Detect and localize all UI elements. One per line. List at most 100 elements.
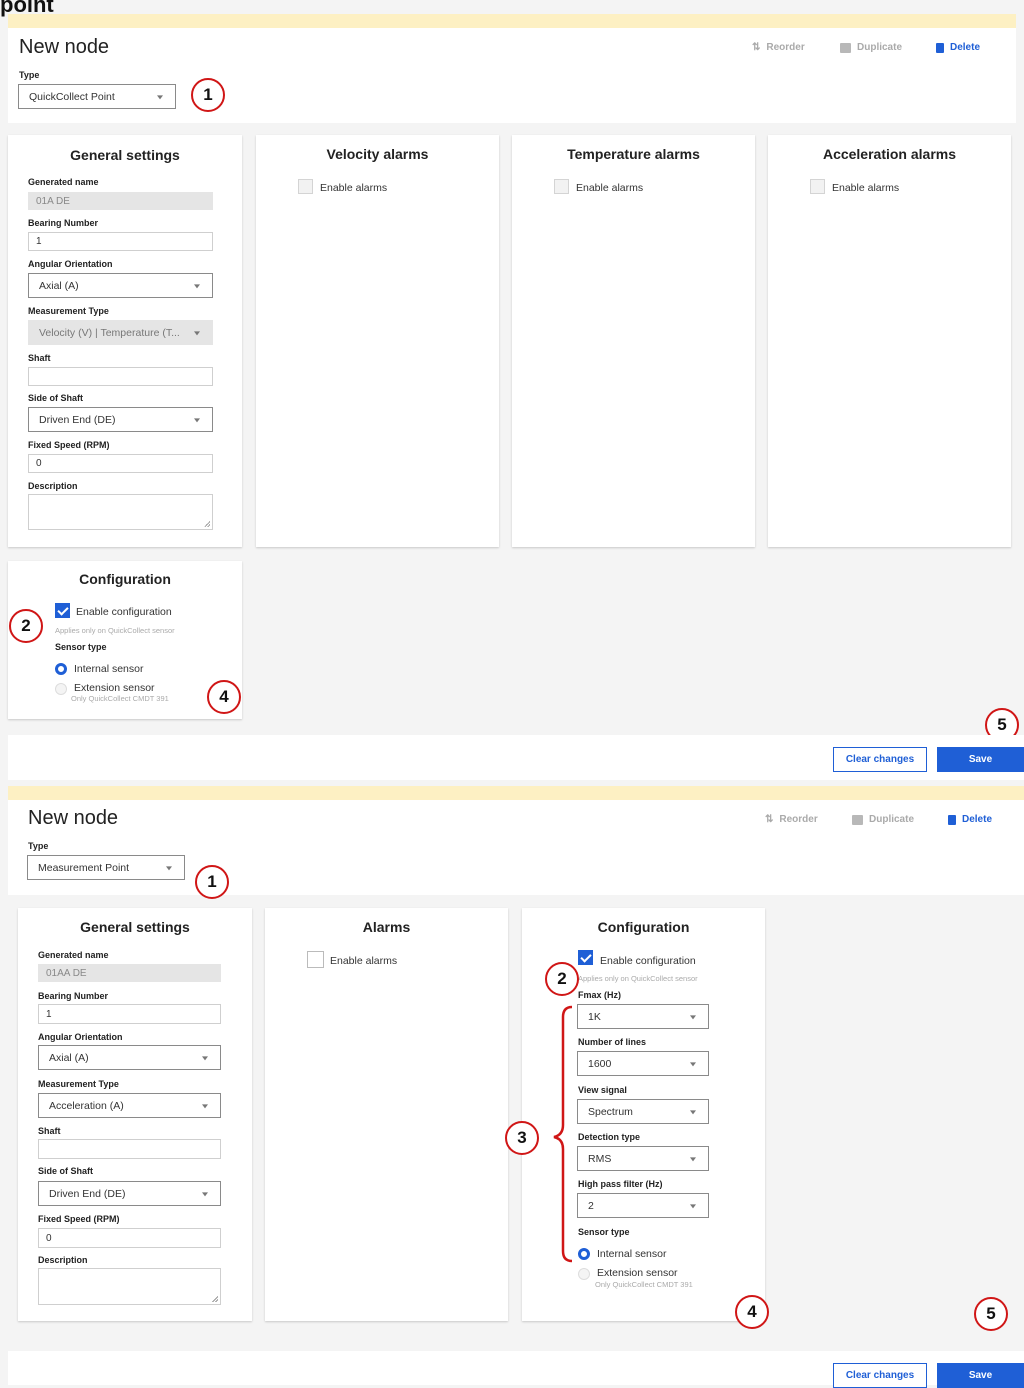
fixed-speed-value: 0 bbox=[36, 458, 42, 469]
card-title: Configuration bbox=[597, 919, 690, 935]
extension-sensor-radio[interactable] bbox=[55, 683, 67, 695]
reorder-button[interactable]: ⇅ Reorder bbox=[765, 814, 818, 825]
enable-alarms-checkbox[interactable] bbox=[810, 179, 825, 194]
reorder-button[interactable]: ⇅ Reorder bbox=[752, 42, 805, 53]
extension-sensor-label: Extension sensor bbox=[74, 682, 155, 694]
measurement-type-select[interactable]: Acceleration (A) bbox=[38, 1093, 221, 1118]
caret-down-icon bbox=[202, 1191, 208, 1196]
angular-orientation-select[interactable]: Axial (A) bbox=[28, 273, 213, 298]
bracket-icon bbox=[553, 1005, 573, 1263]
caret-down-icon bbox=[194, 330, 200, 335]
resize-handle-icon[interactable] bbox=[204, 521, 210, 527]
caret-down-icon bbox=[690, 1109, 696, 1114]
enable-alarms-checkbox[interactable] bbox=[307, 951, 324, 968]
generated-name-label: Generated name bbox=[28, 177, 99, 187]
delete-label: Delete bbox=[950, 42, 981, 53]
type-select[interactable]: Measurement Point bbox=[27, 855, 185, 880]
type-select[interactable]: QuickCollect Point bbox=[18, 84, 176, 109]
internal-sensor-label: Internal sensor bbox=[74, 663, 144, 675]
number-of-lines-select[interactable]: 1600 bbox=[577, 1051, 709, 1076]
angular-orientation-label: Angular Orientation bbox=[38, 1032, 123, 1042]
detection-type-label: Detection type bbox=[578, 1132, 641, 1142]
shaft-field[interactable] bbox=[38, 1139, 221, 1159]
bearing-number-field[interactable]: 1 bbox=[28, 232, 213, 251]
card-title: Velocity alarms bbox=[326, 146, 429, 162]
alarms-card: Alarms Enable alarms bbox=[265, 908, 508, 1321]
fixed-speed-field[interactable]: 0 bbox=[28, 454, 213, 473]
clear-changes-button[interactable]: Clear changes bbox=[833, 747, 927, 772]
bearing-number-value: 1 bbox=[46, 1008, 52, 1020]
detection-type-select[interactable]: RMS bbox=[577, 1146, 709, 1171]
side-of-shaft-select[interactable]: Driven End (DE) bbox=[38, 1181, 221, 1206]
bearing-number-field[interactable]: 1 bbox=[38, 1004, 221, 1024]
enable-alarms-checkbox[interactable] bbox=[298, 179, 313, 194]
node-header: New node Type Measurement Point ⇅ Reorde… bbox=[8, 800, 1024, 895]
callout-4: 4 bbox=[735, 1295, 769, 1329]
high-pass-filter-select[interactable]: 2 bbox=[577, 1193, 709, 1218]
enable-alarms-checkbox[interactable] bbox=[554, 179, 569, 194]
enable-configuration-checkbox[interactable] bbox=[55, 603, 70, 618]
internal-sensor-radio[interactable] bbox=[55, 663, 67, 675]
enable-alarms-label: Enable alarms bbox=[832, 182, 900, 194]
callout-5: 5 bbox=[974, 1297, 1008, 1331]
callout-2: 2 bbox=[9, 609, 43, 643]
duplicate-button[interactable]: Duplicate bbox=[840, 42, 902, 53]
page-title: New node bbox=[28, 807, 119, 829]
save-button[interactable]: Save bbox=[937, 747, 1024, 772]
view-signal-select[interactable]: Spectrum bbox=[577, 1099, 709, 1124]
side-of-shaft-select[interactable]: Driven End (DE) bbox=[28, 407, 213, 432]
reorder-label: Reorder bbox=[766, 42, 805, 53]
reorder-icon: ⇅ bbox=[752, 42, 761, 53]
description-label: Description bbox=[38, 1255, 88, 1265]
description-textarea[interactable] bbox=[28, 494, 213, 530]
delete-button[interactable]: Delete bbox=[936, 42, 980, 53]
generated-name-field: 01AA DE bbox=[38, 964, 221, 982]
caret-down-icon bbox=[166, 865, 172, 870]
shaft-label: Shaft bbox=[38, 1126, 61, 1136]
caret-down-icon bbox=[194, 283, 200, 288]
callout-1: 1 bbox=[191, 78, 225, 112]
card-title: General settings bbox=[80, 919, 190, 935]
clear-changes-button[interactable]: Clear changes bbox=[833, 1363, 927, 1388]
card-title: Configuration bbox=[79, 571, 171, 587]
measurement-type-label: Measurement Type bbox=[38, 1079, 119, 1089]
generated-name-value: 01AA DE bbox=[46, 967, 87, 979]
enable-configuration-checkbox[interactable] bbox=[578, 950, 593, 965]
delete-button[interactable]: Delete bbox=[948, 814, 992, 825]
measurement-type-value: Acceleration (A) bbox=[49, 1099, 124, 1112]
caret-down-icon bbox=[202, 1055, 208, 1060]
view-signal-value: Spectrum bbox=[588, 1105, 633, 1118]
enable-configuration-label: Enable configuration bbox=[76, 606, 172, 618]
side-of-shaft-value: Driven End (DE) bbox=[39, 413, 116, 426]
save-button[interactable]: Save bbox=[937, 1363, 1024, 1388]
sensor-type-label: Sensor type bbox=[55, 642, 107, 652]
bearing-number-label: Bearing Number bbox=[28, 218, 99, 228]
delete-icon bbox=[936, 42, 944, 53]
reorder-icon: ⇅ bbox=[765, 814, 774, 825]
extension-sensor-radio[interactable] bbox=[578, 1268, 590, 1280]
reorder-label: Reorder bbox=[779, 814, 818, 825]
bearing-number-value: 1 bbox=[36, 236, 42, 247]
fixed-speed-field[interactable]: 0 bbox=[38, 1228, 221, 1248]
internal-sensor-radio[interactable] bbox=[578, 1248, 590, 1260]
extension-sensor-hint: Only QuickCollect CMDT 391 bbox=[71, 694, 169, 703]
fmax-select[interactable]: 1K bbox=[577, 1004, 709, 1029]
duplicate-button[interactable]: Duplicate bbox=[852, 814, 914, 825]
callout-1: 1 bbox=[195, 865, 229, 899]
bearing-number-label: Bearing Number bbox=[38, 991, 109, 1001]
shaft-field[interactable] bbox=[28, 367, 213, 386]
resize-handle-icon[interactable] bbox=[212, 1296, 218, 1302]
fixed-speed-label: Fixed Speed (RPM) bbox=[38, 1214, 120, 1224]
internal-sensor-label: Internal sensor bbox=[597, 1248, 667, 1260]
description-textarea[interactable] bbox=[38, 1268, 221, 1305]
description-label: Description bbox=[28, 481, 78, 491]
generated-name-value: 01A DE bbox=[36, 195, 70, 207]
general-settings-card: General settings Generated name 01AA DE … bbox=[18, 908, 252, 1321]
fixed-speed-value: 0 bbox=[46, 1232, 52, 1244]
measurement-type-select: Velocity (V) | Temperature (T... bbox=[28, 320, 213, 345]
angular-orientation-select[interactable]: Axial (A) bbox=[38, 1045, 221, 1070]
caret-down-icon bbox=[194, 417, 200, 422]
card-title: Acceleration alarms bbox=[822, 146, 957, 162]
duplicate-label: Duplicate bbox=[869, 814, 915, 825]
callout-2: 2 bbox=[545, 962, 579, 996]
